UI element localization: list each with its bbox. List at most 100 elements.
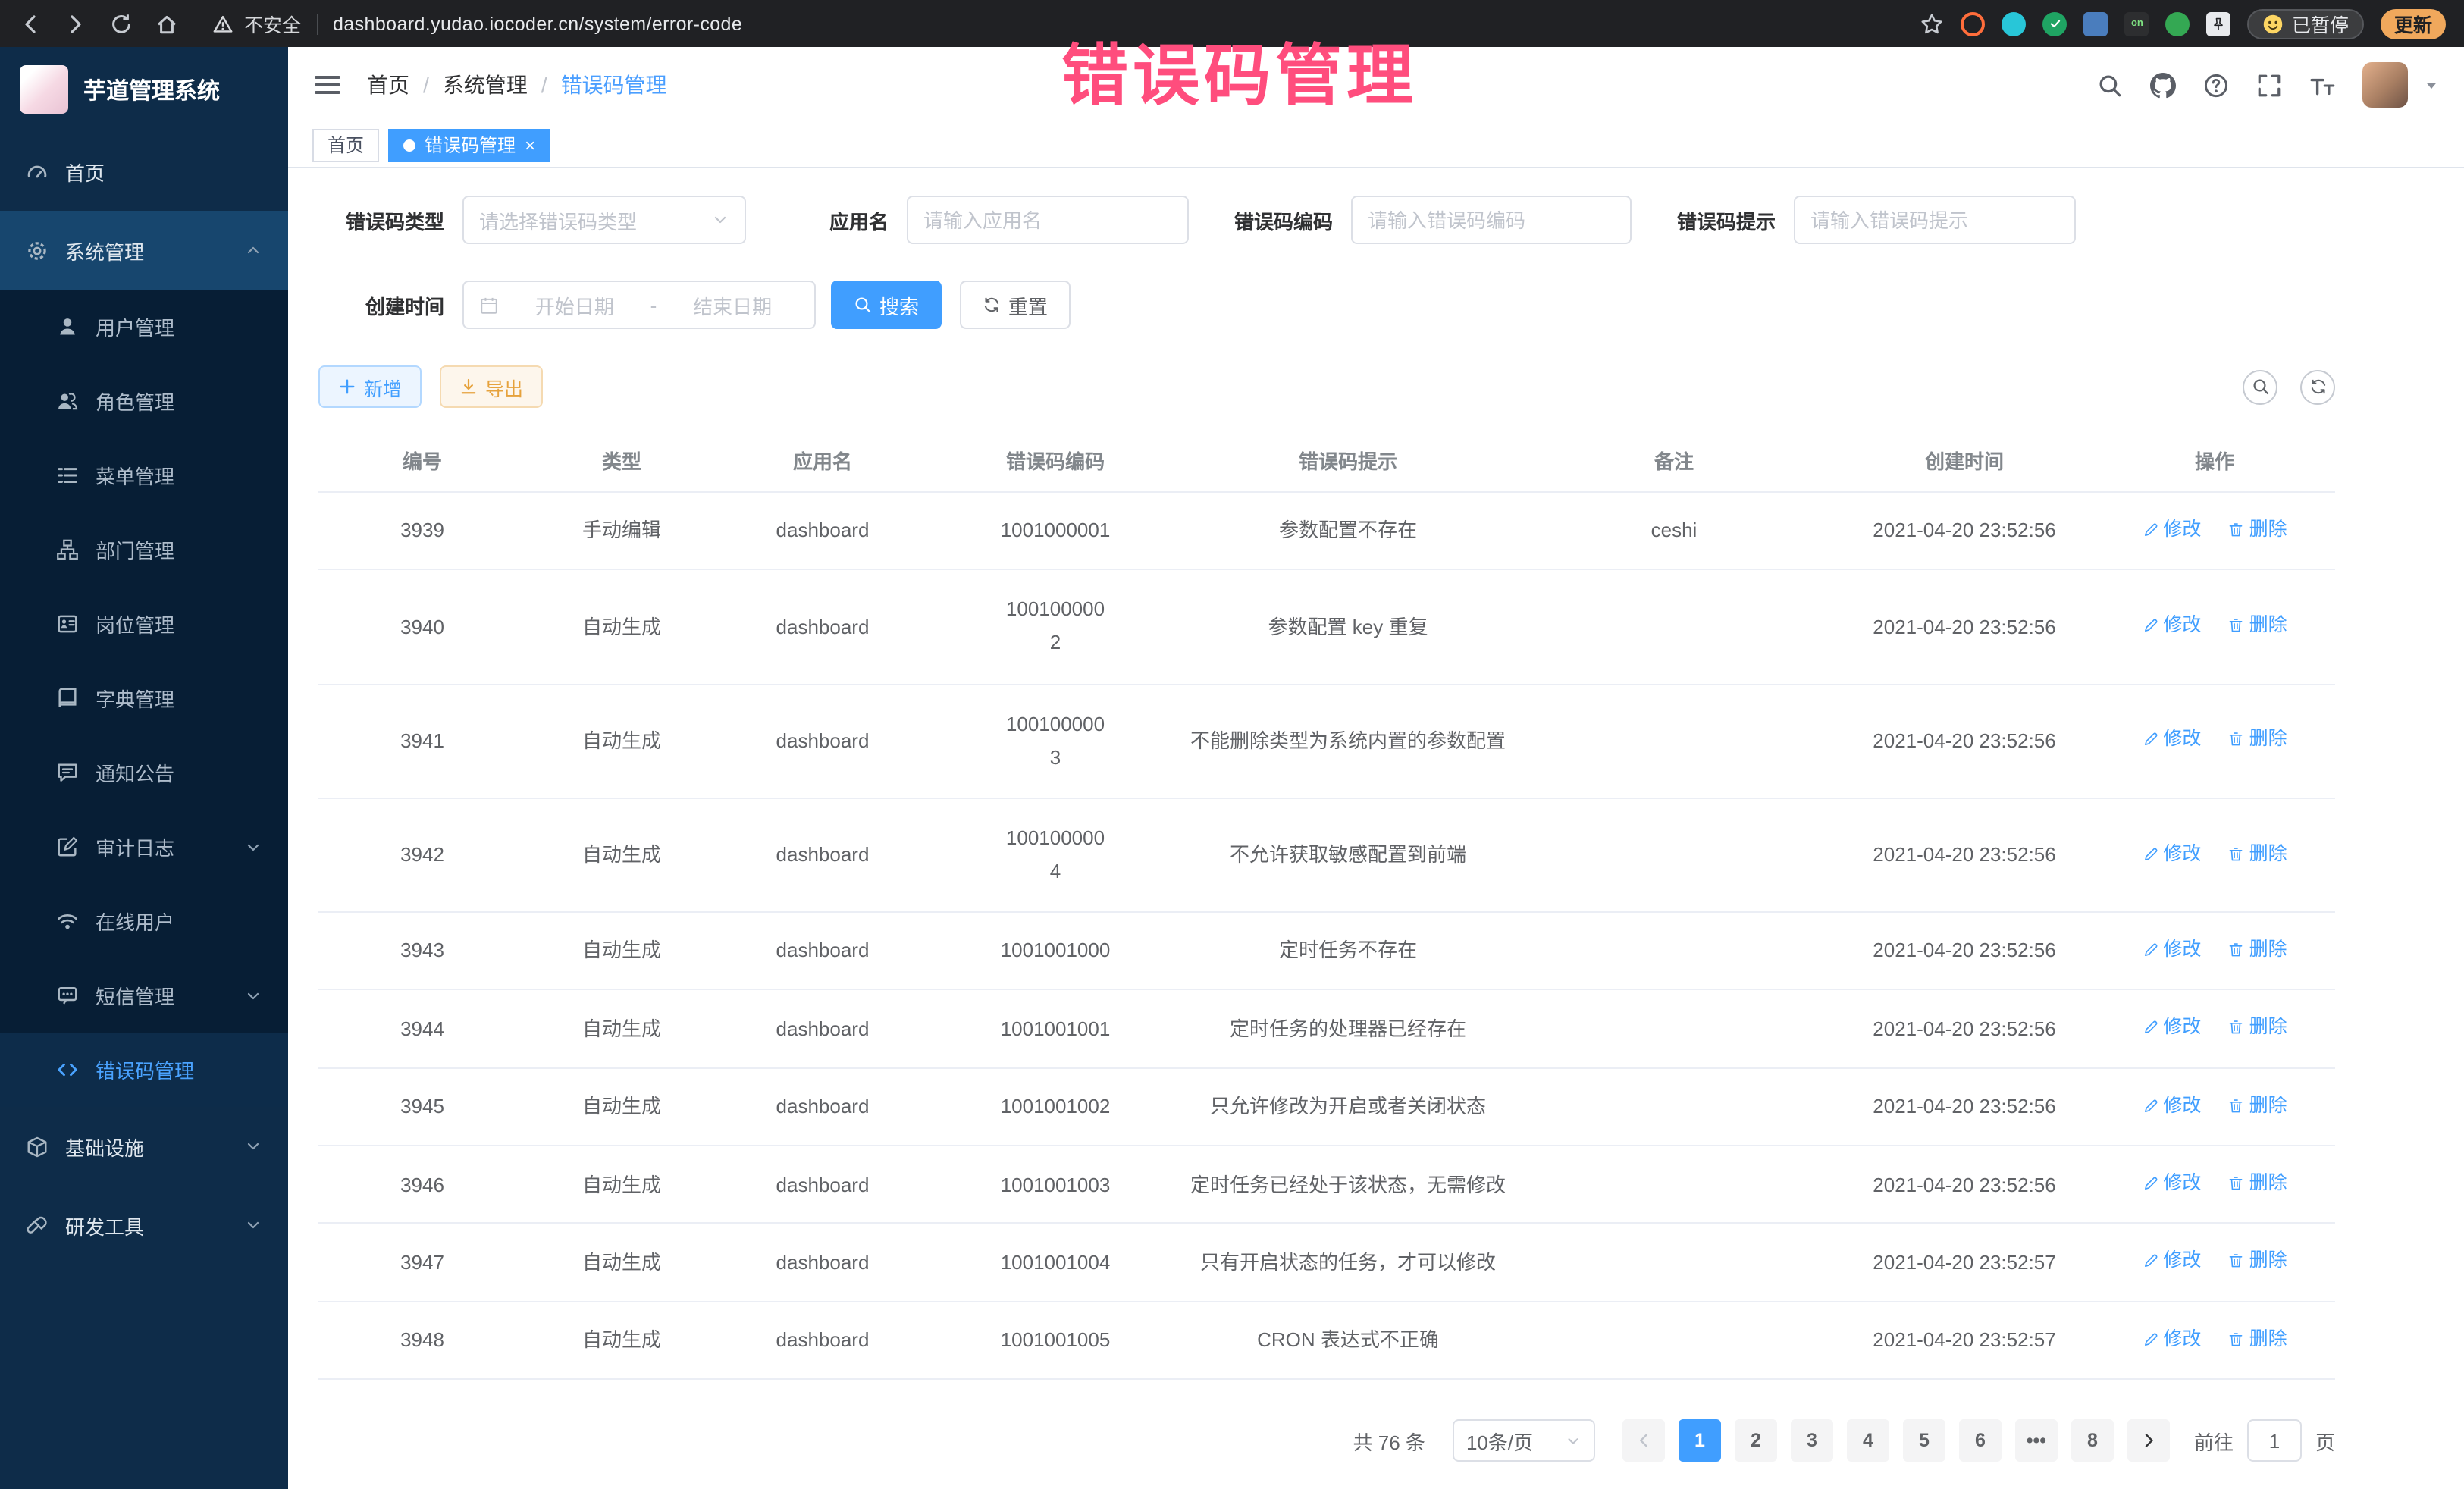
app-logo[interactable]: 芋道管理系统 [0,47,288,132]
extension-icon[interactable] [2002,11,2027,36]
cell-ops: 修改 删除 [2094,1146,2335,1224]
page-button-5[interactable]: 5 [1903,1419,1945,1462]
delete-link[interactable]: 删除 [2228,1325,2287,1354]
edit-link[interactable]: 修改 [2142,1325,2201,1354]
delete-link[interactable]: 删除 [2228,839,2287,868]
sidebar-item-dev-tools[interactable]: 研发工具 [0,1186,288,1265]
help-icon[interactable] [2203,72,2229,98]
edit-link[interactable]: 修改 [2142,516,2201,544]
toggle-search-button[interactable] [2243,369,2277,404]
page-ellipsis[interactable]: ••• [2015,1419,2058,1462]
sidebar-item-posts[interactable]: 岗位管理 [0,587,288,661]
tab-home[interactable]: 首页 [312,128,379,161]
reload-icon[interactable] [109,11,133,36]
page-button-8[interactable]: 8 [2071,1419,2114,1462]
extension-icon[interactable]: on [2125,11,2149,36]
cell-app: dashboard [717,570,928,684]
edit-link[interactable]: 修改 [2142,1247,2201,1276]
edit-link[interactable]: 修改 [2142,612,2201,641]
bookmark-star-icon[interactable] [1920,11,1945,36]
sidebar-item-roles[interactable]: 角色管理 [0,364,288,438]
edit-link[interactable]: 修改 [2142,726,2201,754]
site-security[interactable]: 不安全 [212,9,301,38]
cell-ops: 修改 删除 [2094,1067,2335,1146]
cell-type: 自动生成 [526,1224,717,1302]
edit-link[interactable]: 修改 [2142,936,2201,964]
page-button-2[interactable]: 2 [1735,1419,1777,1462]
trash-icon [2228,522,2245,538]
sidebar-item-menus[interactable]: 菜单管理 [0,438,288,513]
goto-page-input[interactable] [2247,1419,2302,1462]
extension-icon[interactable] [2166,11,2190,36]
sidebar-item-error-codes[interactable]: 错误码管理 [0,1033,288,1107]
sidebar-item-system[interactable]: 系统管理 [0,211,288,290]
page-button-1[interactable]: 1 [1679,1419,1721,1462]
font-size-icon[interactable] [2309,72,2335,98]
date-range-picker[interactable]: 开始日期 - 结束日期 [462,281,816,329]
edit-link[interactable]: 修改 [2142,1014,2201,1042]
sidebar-item-home[interactable]: 首页 [0,132,288,211]
caret-down-icon[interactable] [2423,77,2440,93]
table-row: 3940 自动生成 dashboard 1001000002 参数配置 key … [318,570,2335,684]
sidebar-item-online-users[interactable]: 在线用户 [0,884,288,958]
cell-remark [1513,1302,1835,1380]
add-button[interactable]: 新增 [318,365,422,408]
extension-icon[interactable] [2043,11,2067,36]
sidebar-menu: 首页 系统管理 用户管理 角色管理 [0,132,288,1489]
pager: 1 2 3 4 5 6 ••• 8 [1622,1419,2170,1462]
error-hint-input[interactable] [1794,196,2076,244]
tab-error-codes[interactable]: 错误码管理 × [388,128,550,161]
delete-link[interactable]: 删除 [2228,1247,2287,1276]
delete-link[interactable]: 删除 [2228,1169,2287,1198]
search-button[interactable]: 搜索 [831,281,942,329]
page-button-3[interactable]: 3 [1791,1419,1833,1462]
back-icon[interactable] [18,11,42,36]
breadcrumb-parent[interactable]: 系统管理 [443,70,528,100]
app-name-input[interactable] [907,196,1189,244]
breadcrumb-home[interactable]: 首页 [367,70,409,100]
sidebar-item-audit-logs[interactable]: 审计日志 [0,810,288,884]
page-size-select[interactable]: 10条/页 [1453,1419,1595,1462]
delete-link[interactable]: 删除 [2228,1091,2287,1120]
export-button[interactable]: 导出 [440,365,543,408]
sidebar-item-users[interactable]: 用户管理 [0,290,288,364]
extension-pin-icon[interactable] [2207,11,2231,36]
cell-hint: 不能删除类型为系统内置的参数配置 [1183,684,1513,798]
paused-chip[interactable]: 已暂停 [2248,8,2364,39]
close-icon[interactable]: × [525,136,535,154]
address-bar[interactable]: dashboard.yudao.iocoder.cn/system/error-… [333,13,742,34]
next-page-button[interactable] [2127,1419,2170,1462]
reset-button[interactable]: 重置 [960,281,1071,329]
delete-link[interactable]: 删除 [2228,936,2287,964]
hamburger-icon[interactable] [312,70,343,100]
edit-link[interactable]: 修改 [2142,1091,2201,1120]
sidebar-item-notices[interactable]: 通知公告 [0,735,288,810]
prev-page-button[interactable] [1622,1419,1665,1462]
error-type-select[interactable]: 请选择错误码类型 [462,196,746,244]
edit-link[interactable]: 修改 [2142,1169,2201,1198]
delete-link[interactable]: 删除 [2228,726,2287,754]
avatar[interactable] [2362,62,2408,108]
delete-link[interactable]: 删除 [2228,612,2287,641]
search-icon[interactable] [2097,72,2123,98]
extension-icon[interactable] [1961,11,1986,36]
cell-id: 3948 [318,1302,526,1380]
page-button-4[interactable]: 4 [1847,1419,1889,1462]
delete-link[interactable]: 删除 [2228,1014,2287,1042]
error-code-input[interactable] [1351,196,1632,244]
github-icon[interactable] [2150,72,2176,98]
sidebar-item-departments[interactable]: 部门管理 [0,513,288,587]
home-icon[interactable] [155,11,179,36]
delete-link[interactable]: 删除 [2228,516,2287,544]
forward-icon[interactable] [64,11,88,36]
sidebar-item-sms[interactable]: 短信管理 [0,958,288,1033]
refresh-table-button[interactable] [2300,369,2335,404]
cell-app: dashboard [717,684,928,798]
sidebar-item-infrastructure[interactable]: 基础设施 [0,1107,288,1186]
extension-icon[interactable] [2084,11,2108,36]
fullscreen-icon[interactable] [2256,72,2282,98]
page-button-6[interactable]: 6 [1959,1419,2002,1462]
edit-link[interactable]: 修改 [2142,839,2201,868]
update-button[interactable]: 更新 [2381,8,2446,39]
sidebar-item-dictionary[interactable]: 字典管理 [0,661,288,735]
